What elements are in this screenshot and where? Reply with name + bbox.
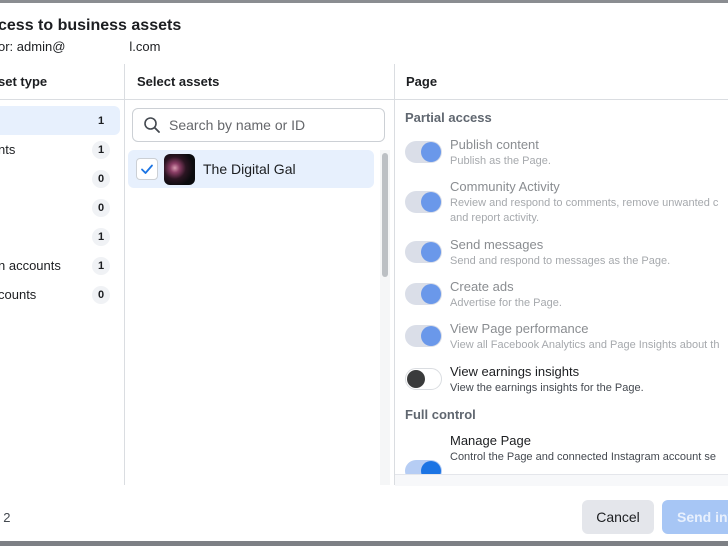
asset-type-header: set type — [0, 64, 124, 100]
permission-title: View Page performance — [450, 321, 589, 336]
asset-type-count: 0 — [92, 285, 110, 304]
permission-title: View earnings insights — [450, 364, 580, 379]
subtitle-prefix: or: admin@ — [0, 39, 66, 54]
step-indicator: f 2 — [0, 510, 11, 525]
view-page-performance-toggle[interactable] — [405, 325, 442, 347]
dialog-subtitle: or: admin@ l.com — [0, 39, 160, 54]
asset-type-item[interactable]: counts 0 — [0, 280, 120, 309]
asset-type-count: 0 — [92, 169, 110, 188]
search-field[interactable] — [132, 108, 385, 142]
permission-desc-line2: and report activity. — [450, 212, 540, 224]
asset-checkbox[interactable] — [136, 158, 158, 180]
permission-title: Send messages — [450, 237, 544, 252]
permission-title: Community Activity — [450, 179, 560, 194]
permission-desc: Control the Page and connected Instagram… — [450, 451, 717, 463]
asset-type-item[interactable]: 0 — [0, 193, 120, 222]
asset-type-label: nts — [0, 142, 16, 157]
asset-type-item-pages[interactable]: 1 — [0, 106, 120, 135]
full-control-label: Full control — [405, 407, 476, 422]
asset-type-item[interactable]: 1 — [0, 222, 120, 251]
window-bottom-edge — [0, 541, 728, 546]
asset-row[interactable]: The Digital Gal — [128, 150, 374, 188]
permission-desc: Publish as the Page. — [450, 155, 551, 167]
create-ads-toggle[interactable] — [405, 283, 442, 305]
permission-title: Manage Page — [450, 433, 531, 448]
cancel-button[interactable]: Cancel — [582, 500, 654, 534]
partial-access-label: Partial access — [405, 110, 492, 125]
subtitle-suffix: l.com — [129, 39, 161, 54]
send-invite-button[interactable]: Send inv — [662, 500, 728, 534]
asset-type-count: 1 — [97, 114, 105, 127]
assets-scrollbar-thumb[interactable] — [382, 153, 388, 277]
column-divider — [394, 72, 395, 485]
permission-desc: Advertise for the Page. — [450, 297, 562, 309]
permission-desc: Send and respond to messages as the Page… — [450, 255, 671, 267]
publish-content-toggle[interactable] — [405, 141, 442, 163]
dialog-title: cess to business assets — [0, 17, 182, 34]
asset-type-count: 1 — [92, 256, 110, 275]
permissions-header: Page — [394, 64, 728, 100]
asset-type-count: 1 — [92, 227, 110, 246]
asset-type-count: 1 — [92, 140, 110, 159]
permission-desc: View all Facebook Analytics and Page Ins… — [450, 339, 720, 351]
window-top-edge — [0, 0, 728, 3]
asset-type-label: n accounts — [0, 258, 61, 273]
select-assets-header: Select assets — [124, 64, 394, 100]
community-activity-toggle[interactable] — [405, 191, 442, 213]
permission-title: Publish content — [450, 137, 539, 152]
column-divider — [124, 72, 125, 485]
permission-title: Create ads — [450, 279, 514, 294]
asset-name: The Digital Gal — [203, 161, 296, 177]
view-earnings-insights-toggle[interactable] — [405, 368, 442, 390]
asset-type-item[interactable]: n accounts 1 — [0, 251, 120, 280]
asset-type-count: 0 — [92, 198, 110, 217]
page-avatar — [164, 153, 195, 185]
send-messages-toggle[interactable] — [405, 241, 442, 263]
asset-type-item[interactable]: 0 — [0, 164, 120, 193]
permission-desc: View the earnings insights for the Page. — [450, 382, 644, 394]
asset-type-item[interactable]: nts 1 — [0, 135, 120, 164]
permissions-scroll-fade — [395, 474, 728, 486]
search-icon — [144, 117, 160, 133]
checkmark-icon — [141, 164, 153, 174]
search-input[interactable] — [169, 117, 379, 133]
permission-desc: Review and respond to comments, remove u… — [450, 197, 719, 209]
asset-type-label: counts — [0, 287, 37, 302]
